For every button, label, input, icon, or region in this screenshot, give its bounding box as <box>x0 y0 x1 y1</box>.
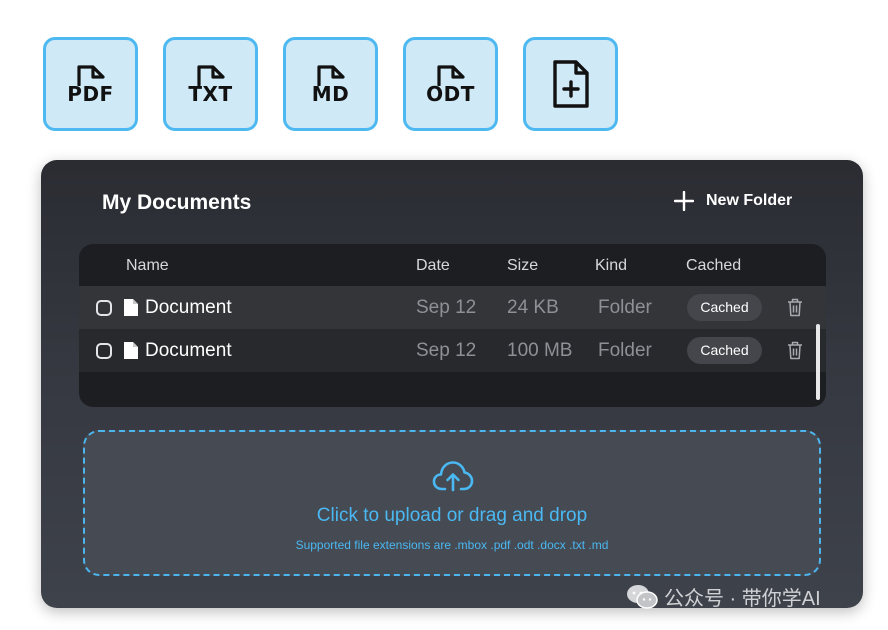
add-file-icon <box>552 60 589 108</box>
table-row[interactable]: Document Sep 12 24 KB Folder Cached <box>79 286 826 329</box>
document-icon <box>124 342 138 359</box>
file-type-label: MD <box>311 82 350 106</box>
watermark: 公众号 · 带你学AI <box>626 582 821 611</box>
column-header-size[interactable]: Size <box>507 257 538 275</box>
column-header-name[interactable]: Name <box>126 257 169 275</box>
new-folder-label: New Folder <box>706 192 793 209</box>
cached-badge: Cached <box>687 294 762 321</box>
row-date: Sep 12 <box>416 297 477 318</box>
column-header-cached[interactable]: Cached <box>686 257 741 275</box>
trash-icon[interactable] <box>787 298 803 317</box>
documents-panel: My Documents New Folder Name Date Size K… <box>41 160 863 608</box>
odt-type-button[interactable]: ODT <box>403 37 498 131</box>
row-checkbox[interactable] <box>96 300 112 316</box>
add-file-button[interactable] <box>523 37 618 131</box>
new-folder-button[interactable]: New Folder <box>674 191 792 211</box>
column-header-kind[interactable]: Kind <box>595 257 627 275</box>
table-header: Name Date Size Kind Cached <box>79 244 826 286</box>
pdf-type-button[interactable]: PDF <box>43 37 138 131</box>
document-icon <box>124 299 138 316</box>
panel-title: My Documents <box>102 191 252 214</box>
upload-title[interactable]: Click to upload or drag and drop <box>85 505 819 527</box>
table-row[interactable]: Document Sep 12 100 MB Folder Cached <box>79 329 826 372</box>
wechat-icon <box>627 584 658 609</box>
watermark-text: 公众号 · 带你学AI <box>664 588 821 610</box>
plus-icon <box>674 191 694 211</box>
file-type-label: ODT <box>426 82 475 106</box>
row-kind: Folder <box>598 340 652 361</box>
upload-subtitle: Supported file extensions are .mbox .pdf… <box>295 538 609 552</box>
row-date: Sep 12 <box>416 340 477 361</box>
documents-table: Name Date Size Kind Cached Document Sep … <box>79 244 826 407</box>
txt-type-button[interactable]: TXT <box>163 37 258 131</box>
table-scrollbar[interactable] <box>816 324 820 400</box>
upload-dropzone[interactable]: Click to upload or drag and drop Support… <box>83 430 821 576</box>
row-kind: Folder <box>598 297 652 318</box>
row-size: 24 KB <box>507 297 559 318</box>
row-size: 100 MB <box>507 340 573 361</box>
md-type-button[interactable]: MD <box>283 37 378 131</box>
cloud-upload-icon <box>432 461 474 492</box>
file-type-label: PDF <box>67 82 114 106</box>
row-name: Document <box>145 297 232 318</box>
file-type-label: TXT <box>188 82 233 106</box>
trash-icon[interactable] <box>787 341 803 360</box>
cached-badge: Cached <box>687 337 762 364</box>
file-type-toolbar: PDF TXT MD ODT <box>43 37 618 131</box>
column-header-date[interactable]: Date <box>416 257 450 275</box>
row-name: Document <box>145 340 232 361</box>
row-checkbox[interactable] <box>96 343 112 359</box>
